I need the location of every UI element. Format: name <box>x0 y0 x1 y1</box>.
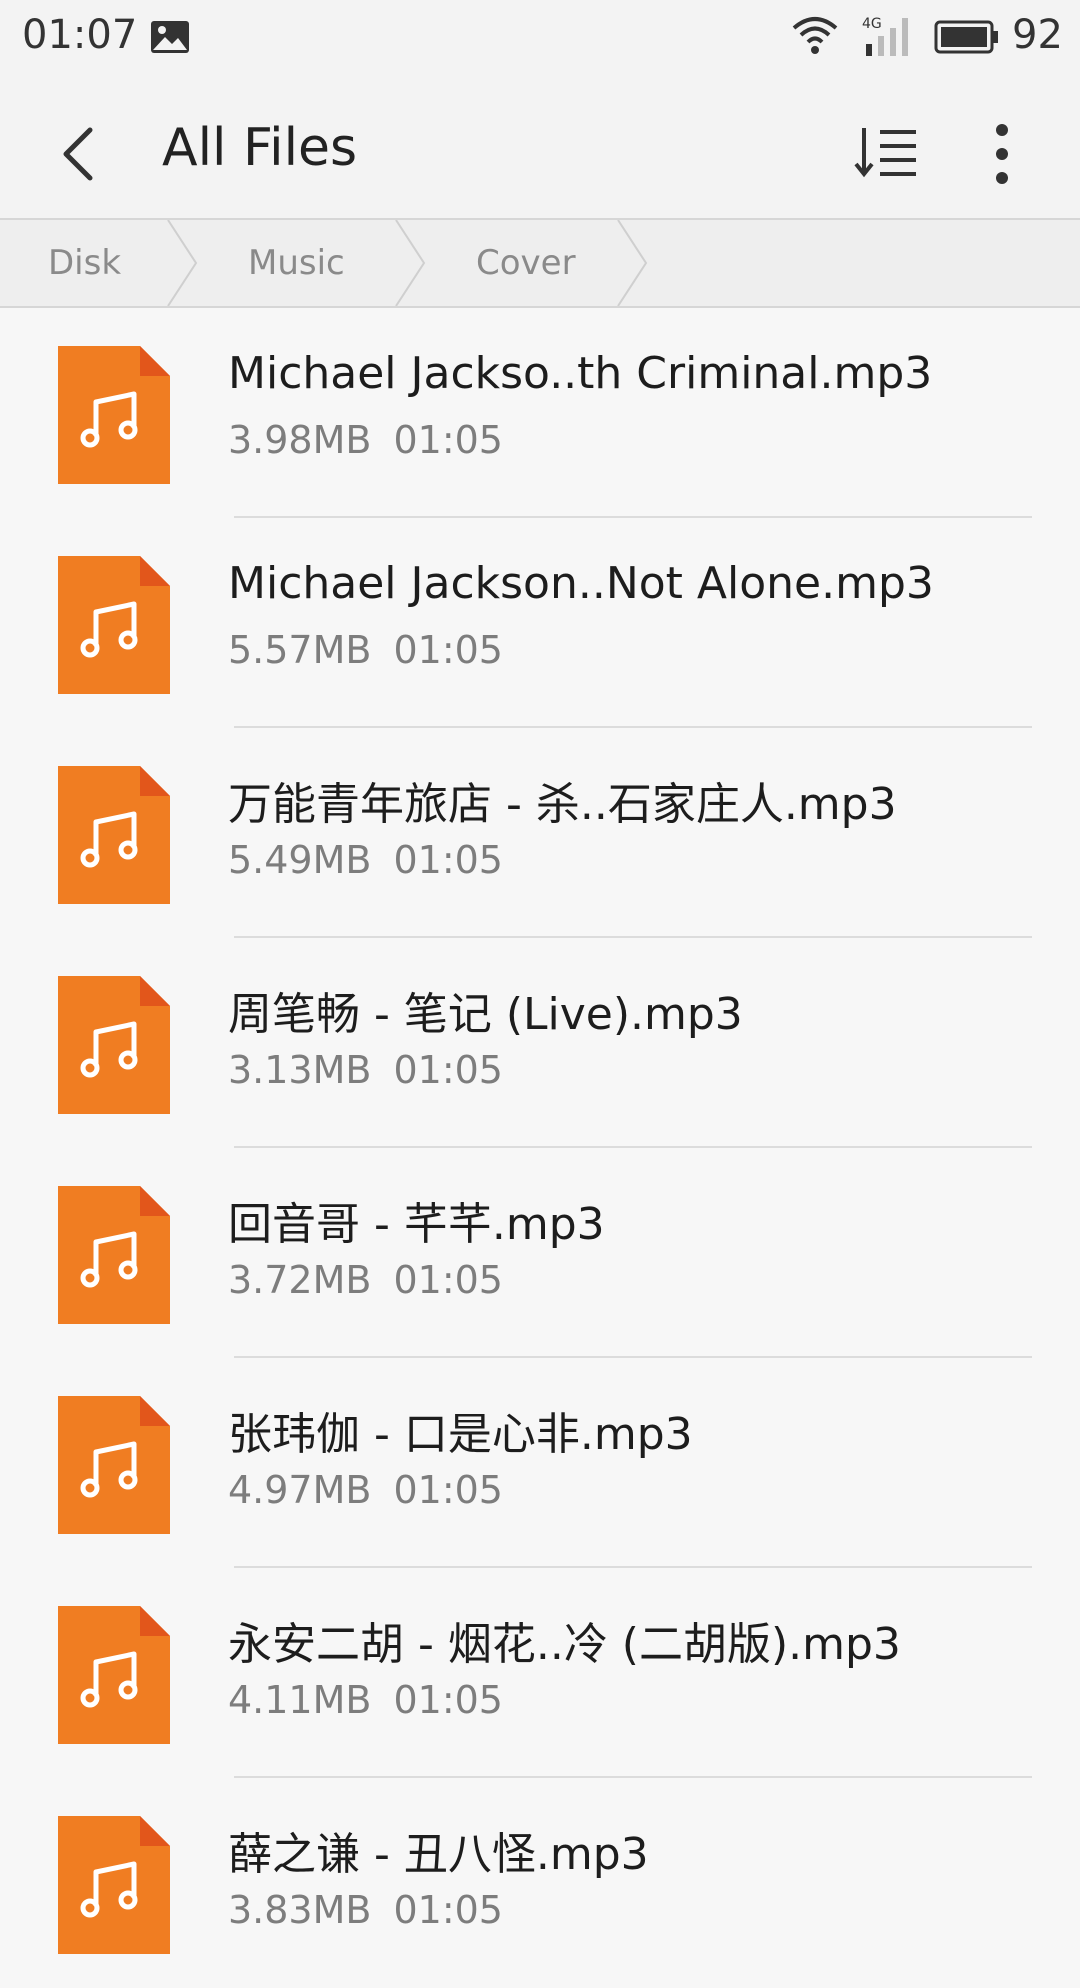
music-file-icon <box>58 1816 170 1954</box>
file-time: 01:05 <box>393 1468 503 1512</box>
file-meta: 5.49MB 01:05 <box>228 838 503 882</box>
music-file-icon <box>58 556 170 694</box>
file-name: 薛之谦 - 丑八怪.mp3 <box>228 1829 649 1880</box>
file-name: 万能青年旅店 - 杀..石家庄人.mp3 <box>228 779 897 830</box>
file-meta: 3.83MB 01:05 <box>228 1888 503 1932</box>
breadcrumb-disk[interactable]: Disk <box>48 220 121 306</box>
sort-icon[interactable] <box>850 112 930 192</box>
app-bar: All Files <box>0 76 1080 218</box>
file-name: 张玮伽 - 口是心非.mp3 <box>228 1409 693 1460</box>
file-meta: 3.72MB 01:05 <box>228 1258 503 1302</box>
battery-level: 92 <box>1012 12 1063 58</box>
file-time: 01:05 <box>393 1888 503 1932</box>
file-time: 01:05 <box>393 1048 503 1092</box>
file-size: 5.57MB <box>228 628 372 672</box>
file-size: 3.83MB <box>228 1888 372 1932</box>
file-name: 回音哥 - 芊芊.mp3 <box>228 1199 605 1250</box>
file-list: Michael Jackso..th Criminal.mp3 3.98MB 01:… <box>0 308 1080 1988</box>
list-item[interactable]: Michael Jackson..Not Alone.mp3 5.57MB 01:0… <box>0 518 1080 728</box>
file-size: 5.49MB <box>228 838 372 882</box>
file-meta: 4.11MB 01:05 <box>228 1678 503 1722</box>
battery-icon <box>934 20 998 54</box>
file-time: 01:05 <box>393 628 503 672</box>
file-time: 01:05 <box>393 838 503 882</box>
file-name: 永安二胡 - 烟花..冷 (二胡版).mp3 <box>228 1619 901 1670</box>
wifi-icon <box>792 17 838 54</box>
music-file-icon <box>58 1186 170 1324</box>
music-file-icon <box>58 766 170 904</box>
file-meta: 4.97MB 01:05 <box>228 1468 503 1512</box>
page-title: All Files <box>162 118 358 178</box>
list-item[interactable]: Michael Jackso..th Criminal.mp3 3.98MB 01:… <box>0 308 1080 518</box>
status-bar: 01:07 4G 92 <box>0 0 1080 76</box>
breadcrumb-separator <box>617 220 648 306</box>
file-time: 01:05 <box>393 1258 503 1302</box>
file-size: 4.11MB <box>228 1678 372 1722</box>
file-meta: 3.98MB 01:05 <box>228 418 503 462</box>
more-vertical-icon[interactable] <box>962 112 1042 192</box>
file-size: 3.13MB <box>228 1048 372 1092</box>
status-time: 01:07 <box>22 12 138 58</box>
file-name: Michael Jackson..Not Alone.mp3 <box>228 558 934 609</box>
file-time: 01:05 <box>393 418 503 462</box>
breadcrumb: Disk Music Cover <box>0 218 1080 308</box>
breadcrumb-music[interactable]: Music <box>248 220 345 306</box>
breadcrumb-cover[interactable]: Cover <box>476 220 576 306</box>
music-file-icon <box>58 976 170 1114</box>
music-file-icon <box>58 1396 170 1534</box>
file-size: 4.97MB <box>228 1468 372 1512</box>
file-name: Michael Jackso..th Criminal.mp3 <box>228 348 933 399</box>
list-item[interactable]: 万能青年旅店 - 杀..石家庄人.mp3 5.49MB 01:05 <box>0 728 1080 938</box>
image-notification-icon <box>151 21 189 53</box>
back-arrow-icon[interactable] <box>40 112 120 192</box>
file-meta: 3.13MB 01:05 <box>228 1048 503 1092</box>
network-type-label: 4G <box>862 16 882 32</box>
list-item[interactable]: 张玮伽 - 口是心非.mp3 4.97MB 01:05 <box>0 1358 1080 1568</box>
file-size: 3.98MB <box>228 418 372 462</box>
music-file-icon <box>58 1606 170 1744</box>
file-meta: 5.57MB 01:05 <box>228 628 503 672</box>
music-file-icon <box>58 346 170 484</box>
list-item[interactable]: 永安二胡 - 烟花..冷 (二胡版).mp3 4.11MB 01:05 <box>0 1568 1080 1778</box>
breadcrumb-separator <box>167 220 198 306</box>
list-item[interactable]: 周笔畅 - 笔记 (Live).mp3 3.13MB 01:05 <box>0 938 1080 1148</box>
file-size: 3.72MB <box>228 1258 372 1302</box>
list-item[interactable]: 回音哥 - 芊芊.mp3 3.72MB 01:05 <box>0 1148 1080 1358</box>
file-time: 01:05 <box>393 1678 503 1722</box>
breadcrumb-separator <box>395 220 426 306</box>
file-name: 周笔畅 - 笔记 (Live).mp3 <box>228 989 743 1040</box>
list-item[interactable]: 薛之谦 - 丑八怪.mp3 3.83MB 01:05 <box>0 1778 1080 1988</box>
signal-icon: 4G <box>862 16 908 56</box>
